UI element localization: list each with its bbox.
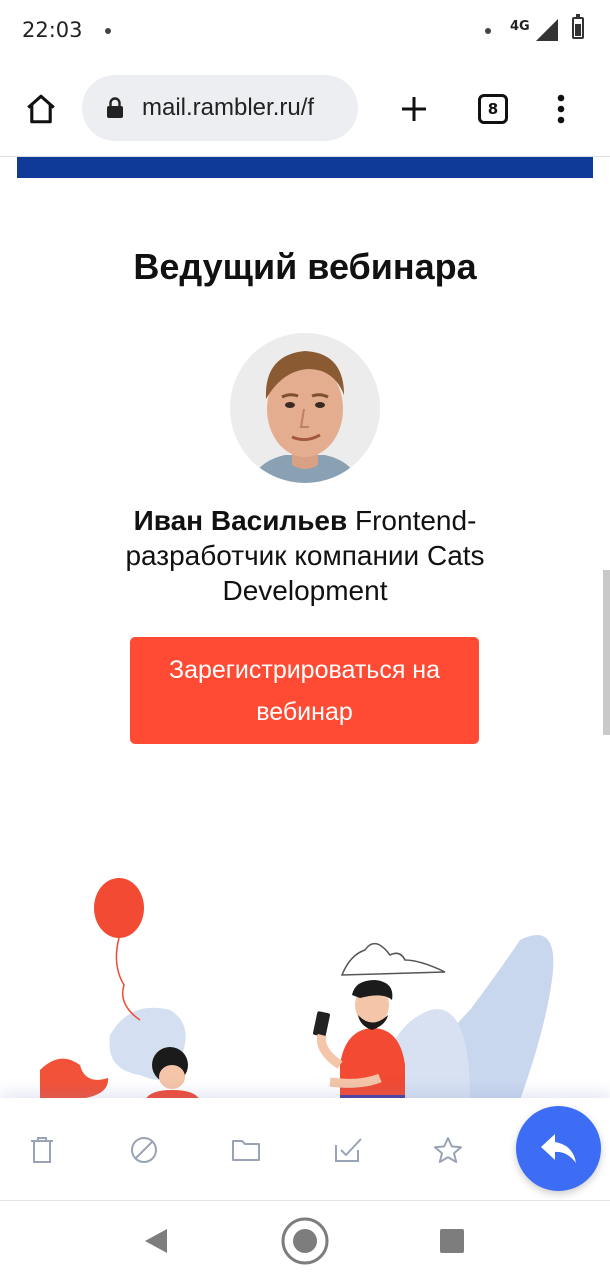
battery-icon: [572, 14, 584, 39]
url-bar[interactable]: mail.rambler.ru/f: [82, 75, 358, 141]
lock-icon: [107, 97, 123, 118]
nav-back-button[interactable]: [136, 1221, 176, 1261]
reply-button[interactable]: [516, 1106, 601, 1191]
speaker-name: Иван Васильев: [133, 505, 348, 536]
favorite-button[interactable]: [428, 1130, 468, 1170]
mark-read-icon: [335, 1138, 362, 1162]
mark-read-button[interactable]: [328, 1130, 368, 1170]
plus-icon: [402, 97, 426, 121]
notification-dot-icon: [485, 28, 491, 34]
delete-button[interactable]: [22, 1130, 62, 1170]
status-time: 22:03: [22, 18, 83, 42]
webinar-illustration: [0, 860, 610, 1100]
notification-dot-icon: [105, 28, 111, 34]
reply-icon: [540, 1133, 576, 1163]
home-icon: [27, 94, 55, 124]
move-folder-button[interactable]: [226, 1130, 266, 1170]
spam-button[interactable]: [124, 1130, 164, 1170]
speaker-photo: [230, 333, 380, 483]
folder-icon: [232, 1140, 260, 1161]
speaker-bio: Иван Васильев Frontend-разработчик компа…: [95, 503, 515, 608]
home-button[interactable]: [20, 88, 62, 130]
browser-toolbar: mail.rambler.ru/f 8: [0, 62, 610, 156]
more-vert-icon: [557, 94, 565, 124]
register-webinar-button[interactable]: Зарегистрироваться на вебинар: [130, 637, 479, 744]
back-icon: [145, 1229, 167, 1253]
nav-recents-button[interactable]: [432, 1221, 472, 1261]
signal-icon: [536, 19, 558, 41]
status-bar: 22:03 4G: [0, 0, 610, 62]
scrollbar[interactable]: [603, 570, 610, 735]
home-icon: [281, 1217, 329, 1265]
block-icon: [131, 1137, 157, 1163]
url-text: mail.rambler.ru/f: [142, 94, 315, 121]
system-nav-bar: [0, 1200, 610, 1281]
nav-home-button[interactable]: [280, 1216, 330, 1266]
network-type: 4G: [510, 19, 530, 34]
tab-switcher-button[interactable]: 8: [478, 94, 508, 124]
trash-icon: [31, 1137, 53, 1163]
section-heading: Ведущий вебинара: [133, 246, 477, 287]
register-webinar-label: Зарегистрироваться на вебинар: [168, 655, 441, 726]
star-icon: [434, 1137, 462, 1163]
menu-button[interactable]: [546, 89, 576, 129]
recents-icon: [440, 1229, 464, 1253]
new-tab-button[interactable]: [394, 89, 434, 129]
header-stripe: [17, 157, 593, 178]
